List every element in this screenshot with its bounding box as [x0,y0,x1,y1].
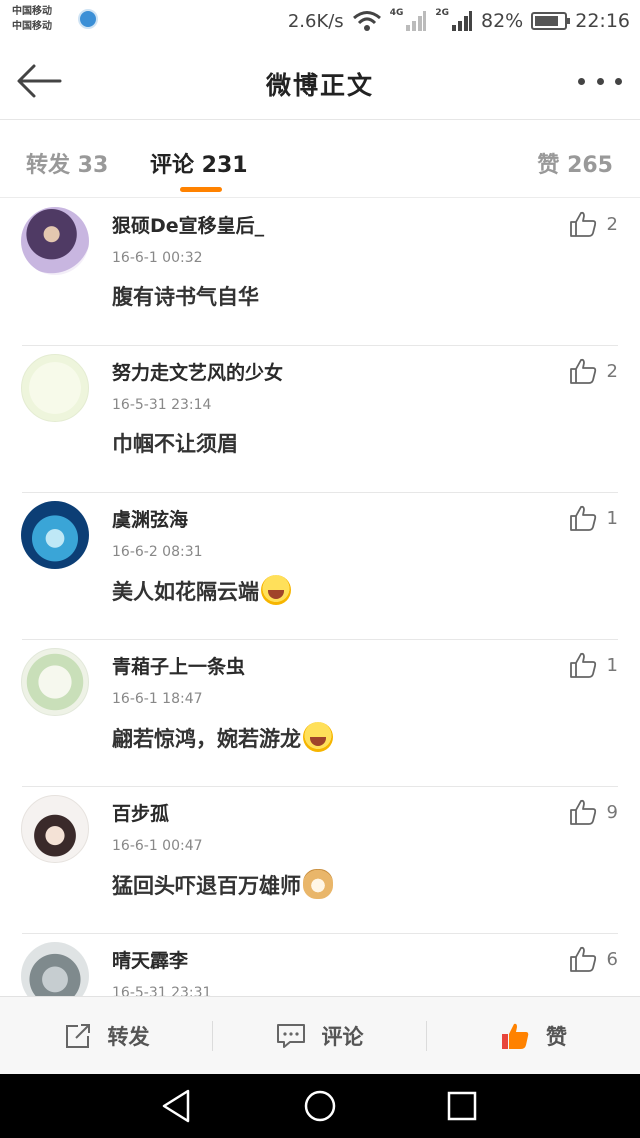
comment-text: 巾帼不让须眉 [112,428,238,458]
like-button[interactable]: 6 [569,944,618,974]
network-speed: 2.6K/s [287,10,344,32]
comment-text-body: 猛回头吓退百万雄师 [112,874,301,898]
thumbs-up-icon [569,652,596,678]
comment-item: 虞渊弦海 16-6-2 08:31 美人如花隔云端 1 [0,493,640,640]
clock: 22:16 [575,10,630,32]
comment-time: 16-6-1 00:47 [112,838,203,854]
carrier-2: 中国移动 [12,21,52,32]
signal-icon-2 [452,11,472,31]
tab-comments[interactable]: 评论 231 [150,147,248,179]
comment-item: 晴天霹李 16-5-31 23:31 6 [0,934,640,996]
wifi-icon [352,11,381,31]
avatar[interactable] [21,648,89,716]
like-count: 6 [606,948,618,970]
thumbs-up-icon [569,211,596,237]
share-icon [65,1024,90,1048]
comment-text-body: 美人如花隔云端 [112,580,259,604]
more-icon[interactable] [578,70,622,92]
action-bar: 转发 评论 赞 [0,996,640,1074]
battery-percent: 82% [481,10,524,32]
like-count: 9 [606,801,618,823]
comment-time: 16-5-31 23:14 [112,397,212,413]
repost-label: 转发 [107,1025,150,1049]
comment-username[interactable]: 虞渊弦海 [112,505,188,532]
header: 微博正文 [0,42,640,120]
status-indicators: 2.6K/s 4G 2G 82% 22:16 [288,8,630,34]
comment-label: 评论 [321,1025,364,1049]
active-tab-indicator [180,187,222,192]
like-button[interactable]: 9 [569,797,618,827]
comment-text: 美人如花隔云端 [112,575,291,606]
comment-time: 16-5-31 23:31 [112,985,212,996]
like-count: 1 [606,654,618,676]
comment-button[interactable]: 评论 [213,997,426,1075]
comment-time: 16-6-2 08:31 [112,544,203,560]
thumbs-up-icon [569,505,596,531]
like-button[interactable]: 2 [569,209,618,239]
carrier-labels: 中国移动 中国移动 [12,4,52,34]
comment-text: 猛回头吓退百万雄师 [112,869,333,900]
tab-likes[interactable]: 赞 265 [537,147,613,179]
avatar[interactable] [21,501,89,569]
laugh-emoji-icon [261,575,291,605]
like-count: 2 [606,360,618,382]
nav-recent-icon[interactable] [442,1088,482,1124]
nav-home-icon[interactable] [300,1088,340,1124]
comment-time: 16-6-1 18:47 [112,691,203,707]
page-title: 微博正文 [265,71,374,100]
status-bar: 中国移动 中国移动 2.6K/s 4G 2G 82% 22:16 [0,0,640,42]
thumbs-up-icon [569,946,596,972]
laugh-emoji-icon [303,722,333,752]
comment-item: 努力走文艺风的少女 16-5-31 23:14 巾帼不让须眉 2 [0,346,640,493]
comment-icon [276,1024,305,1048]
like-count: 1 [606,507,618,529]
comment-username[interactable]: 晴天霹李 [112,946,188,973]
carrier-badge-icon [78,9,98,29]
comment-username[interactable]: 青葙子上一条虫 [112,652,245,679]
comment-username[interactable]: 狠硕De宣移皇后_ [112,211,264,238]
like-label: 赞 [546,1025,567,1049]
like-action-button[interactable]: 赞 [427,997,640,1075]
like-button[interactable]: 1 [569,650,618,680]
comment-text-body: 腹有诗书气自华 [112,285,259,309]
thumbs-up-icon [569,799,596,825]
navigation-bar [0,1074,640,1138]
tab-bar: 转发 33 评论 231 赞 265 [0,121,640,198]
like-count: 2 [606,213,618,235]
comment-item: 狠硕De宣移皇后_ 16-6-1 00:32 腹有诗书气自华 2 [0,199,640,346]
avatar[interactable] [21,207,89,275]
tab-repost[interactable]: 转发 33 [26,147,108,179]
avatar[interactable] [21,942,89,996]
signal-icon-1 [406,11,427,31]
comment-item: 百步孤 16-6-1 00:47 猛回头吓退百万雄师 9 [0,787,640,934]
thumbs-up-icon [569,358,596,384]
like-button[interactable]: 1 [569,503,618,533]
avatar[interactable] [21,354,89,422]
comment-username[interactable]: 百步孤 [112,799,169,826]
nav-back-icon[interactable] [158,1088,198,1124]
carrier-1: 中国移动 [12,6,52,17]
battery-fill [535,16,559,26]
comment-text: 翩若惊鸿，婉若游龙 [112,722,333,753]
thumbs-up-icon [502,1023,529,1049]
comment-text-body: 翩若惊鸿，婉若游龙 [112,727,301,751]
network-type-1: 4G [389,8,404,18]
like-button[interactable]: 2 [569,356,618,386]
battery-icon [531,12,571,30]
comment-time: 16-6-1 00:32 [112,250,203,266]
comment-username[interactable]: 努力走文艺风的少女 [112,358,283,385]
doge-emoji-icon [303,869,333,899]
comment-text-body: 巾帼不让须眉 [112,432,238,456]
comment-item: 青葙子上一条虫 16-6-1 18:47 翩若惊鸿，婉若游龙 1 [0,640,640,787]
repost-button[interactable]: 转发 [0,997,213,1075]
comment-text: 腹有诗书气自华 [112,281,259,311]
comment-list[interactable]: 狠硕De宣移皇后_ 16-6-1 00:32 腹有诗书气自华 2 努力走文艺风的… [0,199,640,996]
avatar[interactable] [21,795,89,863]
network-type-2: 2G [435,8,449,18]
